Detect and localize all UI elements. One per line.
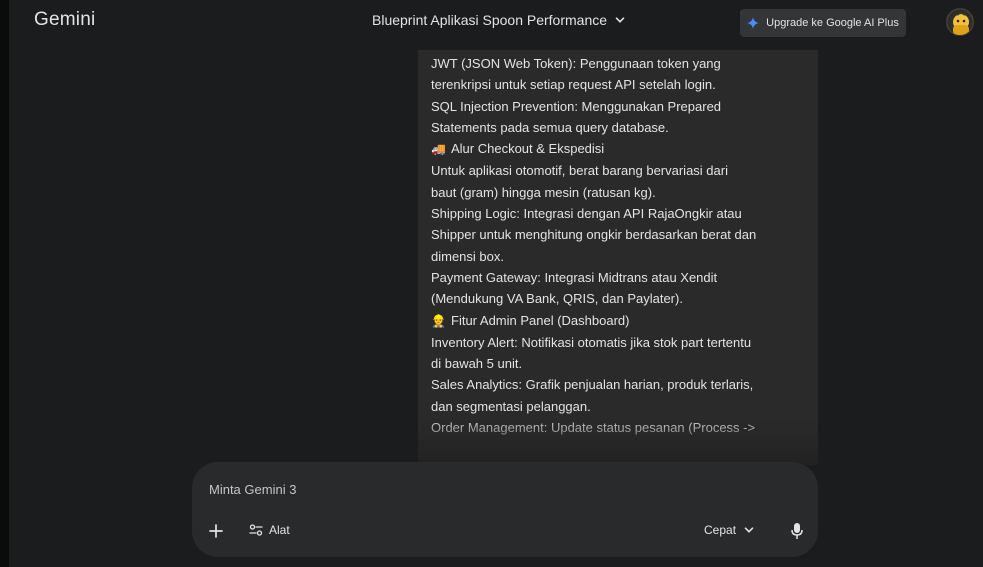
response-text: JWT (JSON Web Token): Penggunaan token y… (431, 53, 810, 438)
response-line: baut (gram) hingga mesin (ratusan kg). (431, 182, 810, 203)
response-line: Sales Analytics: Grafik penjualan harian… (431, 374, 810, 395)
tools-sliders-icon (249, 524, 263, 536)
app-title[interactable]: Gemini (34, 9, 95, 31)
section-emoji-icon: 👷 (431, 313, 446, 328)
tools-label: Alat (269, 523, 290, 537)
app-window: Gemini Blueprint Aplikasi Spoon Performa… (9, 0, 983, 567)
response-line-text: Statements pada semua query database. (431, 119, 669, 135)
response-line: SQL Injection Prevention: Menggunakan Pr… (431, 96, 810, 117)
response-line: 👷 Fitur Admin Panel (Dashboard) (431, 310, 810, 332)
response-message: JWT (JSON Web Token): Penggunaan token y… (418, 50, 818, 465)
response-line: Shipping Logic: Integrasi dengan API Raj… (431, 203, 810, 224)
response-line: dan segmentasi pelanggan. (431, 396, 810, 417)
response-line-text: Fitur Admin Panel (Dashboard) (451, 312, 630, 328)
mode-label: Cepat (704, 523, 737, 537)
conversation-title-dropdown[interactable]: Blueprint Aplikasi Spoon Performance (372, 12, 625, 28)
response-line-text: Alur Checkout & Ekspedisi (451, 141, 605, 157)
scroll-fade (418, 415, 818, 465)
response-line: Untuk aplikasi otomotif, berat barang be… (431, 160, 810, 181)
prompt-composer[interactable]: Minta Gemini 3 Alat Cepat (192, 462, 818, 557)
response-line-text: Sales Analytics: Grafik penjualan harian… (431, 377, 754, 393)
response-line-text: terenkripsi untuk setiap request API set… (431, 77, 716, 93)
response-line: Inventory Alert: Notifikasi otomatis jik… (431, 332, 810, 353)
chevron-down-icon (744, 527, 754, 533)
mode-selector[interactable]: Cepat (704, 523, 754, 537)
response-line-text: baut (gram) hingga mesin (ratusan kg). (431, 184, 656, 200)
upgrade-button[interactable]: Upgrade ke Google AI Plus (740, 9, 906, 37)
response-line-text: Untuk aplikasi otomotif, berat barang be… (431, 163, 728, 179)
response-line-text: Shipping Logic: Integrasi dengan API Raj… (431, 206, 742, 222)
chevron-down-icon (615, 17, 625, 23)
add-icon[interactable] (207, 522, 225, 540)
response-line-text: Shipper untuk menghitung ongkir berdasar… (431, 227, 757, 243)
response-line: Statements pada semua query database. (431, 117, 810, 138)
response-line: di bawah 5 unit. (431, 353, 810, 374)
response-line-text: Inventory Alert: Notifikasi otomatis jik… (431, 334, 752, 350)
upgrade-label: Upgrade ke Google AI Plus (766, 17, 899, 29)
response-line: terenkripsi untuk setiap request API set… (431, 74, 810, 95)
response-line-text: JWT (JSON Web Token): Penggunaan token y… (431, 56, 721, 71)
response-line: JWT (JSON Web Token): Penggunaan token y… (431, 53, 810, 74)
response-line: Shipper untuk menghitung ongkir berdasar… (431, 224, 810, 245)
response-line-text: Payment Gateway: Integrasi Midtrans atau… (431, 269, 718, 285)
response-line-text: (Mendukung VA Bank, QRIS, dan Paylater). (431, 291, 683, 307)
sparkle-icon (747, 17, 760, 29)
microphone-icon[interactable] (790, 522, 804, 540)
conversation-title: Blueprint Aplikasi Spoon Performance (372, 12, 608, 28)
response-line: (Mendukung VA Bank, QRIS, dan Paylater). (431, 288, 810, 309)
response-line-text: dimensi box. (431, 248, 504, 264)
window-edge (0, 0, 9, 567)
response-line-text: dan segmentasi pelanggan. (431, 398, 591, 414)
avatar[interactable] (946, 8, 974, 36)
prompt-input[interactable]: Minta Gemini 3 (209, 482, 296, 497)
response-line: Payment Gateway: Integrasi Midtrans atau… (431, 267, 810, 288)
response-line: dimensi box. (431, 246, 810, 267)
response-line: 🚚 Alur Checkout & Ekspedisi (431, 138, 810, 160)
response-line-text: SQL Injection Prevention: Menggunakan Pr… (431, 98, 722, 114)
tools-button[interactable]: Alat (249, 523, 290, 537)
response-line-text: di bawah 5 unit. (431, 356, 523, 372)
section-emoji-icon: 🚚 (431, 142, 446, 157)
user-avatar-icon (947, 9, 973, 35)
